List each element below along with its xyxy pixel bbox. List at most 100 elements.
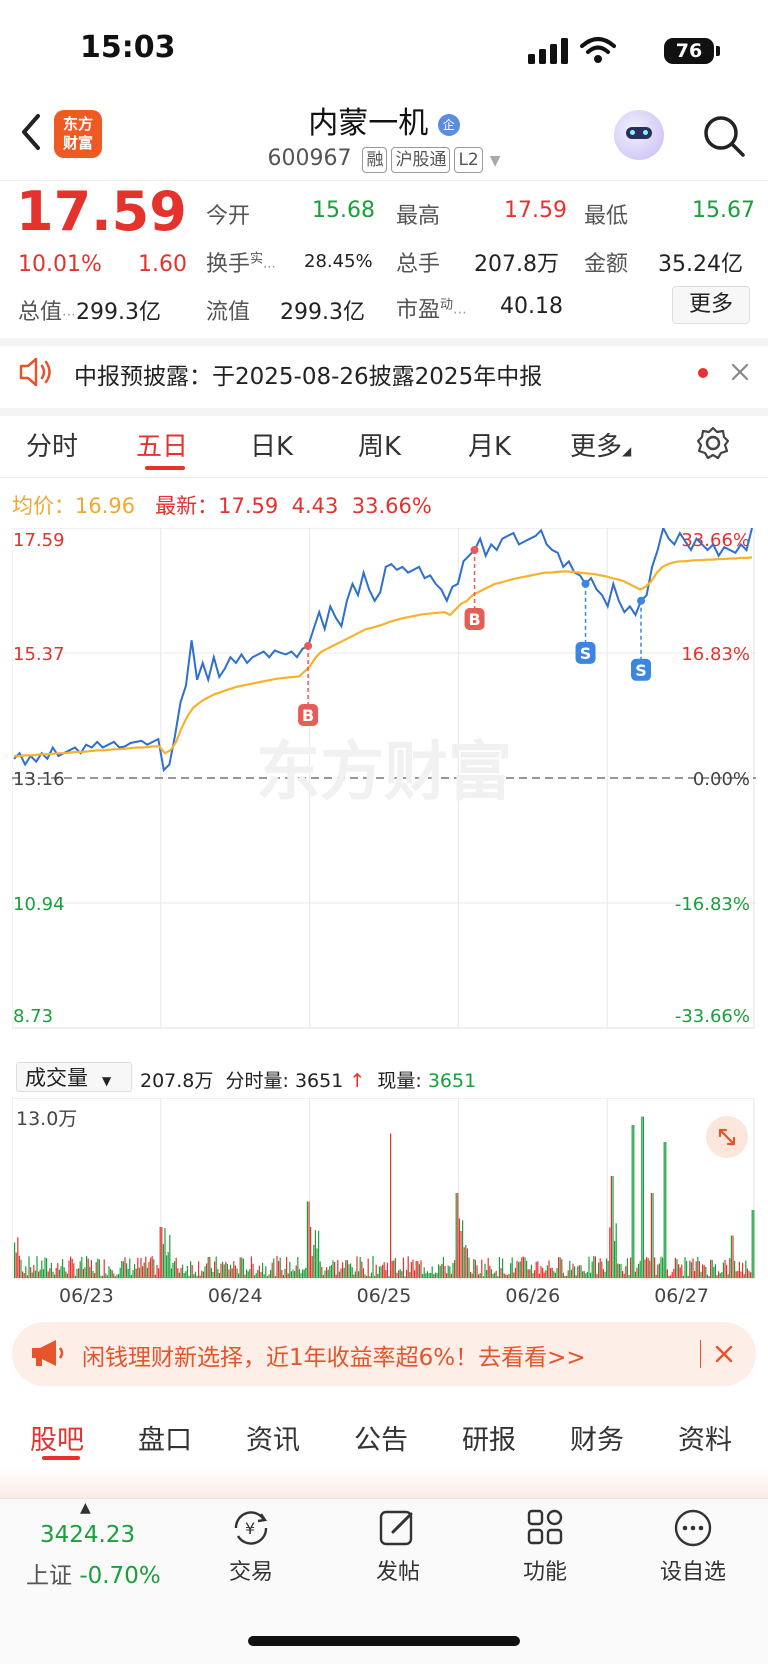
volume-bar xyxy=(511,1257,513,1278)
volume-bar xyxy=(630,1257,632,1278)
volume-bar xyxy=(345,1260,347,1278)
volume-bar xyxy=(358,1271,360,1278)
y-tick-right: -16.83% xyxy=(675,894,750,915)
volume-bar xyxy=(423,1267,425,1278)
stock-code: 600967 xyxy=(267,146,352,171)
volume-bar xyxy=(146,1267,148,1278)
volume-bar xyxy=(310,1227,312,1278)
volume-bar xyxy=(247,1271,249,1278)
volume-bar xyxy=(102,1275,104,1278)
tab-guba[interactable]: 股吧 xyxy=(30,1418,84,1457)
volume-bar xyxy=(17,1237,19,1278)
volume-bar xyxy=(444,1266,446,1278)
volume-bar xyxy=(612,1176,614,1278)
more-quote-button[interactable]: 更多 xyxy=(672,286,750,324)
volume-bar xyxy=(166,1255,168,1278)
settings-gear-icon[interactable] xyxy=(696,426,730,460)
tab-more[interactable]: 更多◢ xyxy=(570,426,631,463)
volume-bar xyxy=(239,1257,241,1278)
open-label: 今开 xyxy=(206,204,251,229)
index-value[interactable]: 3424.23 xyxy=(40,1522,135,1548)
info-icon[interactable]: ⋯ xyxy=(453,305,467,321)
wifi-icon xyxy=(580,37,616,63)
volume-bar xyxy=(719,1273,721,1278)
volume-bar xyxy=(119,1267,121,1278)
volume-bar xyxy=(143,1262,145,1278)
volume-bar xyxy=(154,1274,156,1278)
volume-bar xyxy=(650,1193,652,1278)
volume-bar xyxy=(206,1263,208,1278)
tab-monthly-k[interactable]: 月K xyxy=(468,426,511,463)
search-icon[interactable] xyxy=(702,114,746,158)
tab-research[interactable]: 研报 xyxy=(462,1418,516,1457)
volume-bar xyxy=(386,1262,388,1278)
tab-finance[interactable]: 财务 xyxy=(570,1418,624,1457)
nav-post[interactable]: 发帖 xyxy=(343,1506,453,1586)
more-circle-icon xyxy=(674,1509,712,1547)
volume-chart[interactable]: 06/23 06/24 06/25 06/26 06/27 xyxy=(12,1098,756,1318)
volume-bar xyxy=(303,1269,305,1278)
promo-text[interactable]: 闲钱理财新选择，近1年收益率超6%！去看看>> xyxy=(82,1338,586,1372)
volume-bar xyxy=(428,1272,430,1278)
robot-assistant-icon[interactable] xyxy=(614,110,664,160)
tab-five-day[interactable]: 五日 xyxy=(136,426,188,463)
volume-bar xyxy=(414,1270,416,1278)
volume-bar xyxy=(316,1248,318,1278)
volume-bar xyxy=(188,1275,190,1278)
volume-bar xyxy=(415,1260,417,1278)
info-icon[interactable]: ⋯ xyxy=(263,260,276,275)
info-icon[interactable]: ⋯ xyxy=(62,307,76,323)
tab-news[interactable]: 资讯 xyxy=(246,1418,300,1457)
volume-bar xyxy=(516,1260,518,1278)
index-change: -0.70% xyxy=(79,1563,161,1589)
volume-bar xyxy=(274,1276,276,1278)
volume-bar xyxy=(204,1266,206,1278)
tab-intraday[interactable]: 分时 xyxy=(26,426,78,463)
tab-announcements[interactable]: 公告 xyxy=(354,1418,408,1457)
nav-functions[interactable]: 功能 xyxy=(490,1506,600,1586)
five-day-price-chart[interactable]: 东方财富17.5915.3713.1610.948.7333.66%16.83%… xyxy=(12,528,756,1058)
volume-bar xyxy=(524,1257,526,1278)
nav-trade[interactable]: ¥ 交易 xyxy=(196,1506,306,1586)
volume-bar xyxy=(434,1272,436,1278)
tag-connect: 沪股通 xyxy=(391,147,451,173)
volume-bar xyxy=(476,1265,478,1278)
indicator-dropdown[interactable]: 成交量 ▼ xyxy=(16,1062,132,1092)
volume-bar xyxy=(718,1271,720,1278)
trade-marker-label: S xyxy=(580,644,592,663)
tab-daily-k[interactable]: 日K xyxy=(250,426,293,463)
volume-bar xyxy=(180,1267,182,1278)
volume-bar xyxy=(463,1247,465,1278)
volume-bar xyxy=(676,1259,678,1278)
expand-chart-button[interactable] xyxy=(706,1116,748,1158)
pe-label: 市盈动⋯ xyxy=(396,297,468,323)
announcement-text[interactable]: 中报预披露：于2025-08-26披露2025年中报 xyxy=(74,357,542,391)
volume-bar xyxy=(55,1267,57,1278)
index-row[interactable]: 上证 -0.70% xyxy=(26,1556,161,1590)
volume-bar xyxy=(164,1228,166,1278)
volume-bar xyxy=(481,1259,483,1278)
volume-bar xyxy=(226,1263,228,1278)
banner-close-icon[interactable] xyxy=(714,1344,734,1364)
volume-bar xyxy=(422,1273,424,1278)
x-axis-label: 06/24 xyxy=(208,1285,263,1307)
volume-bar xyxy=(383,1262,385,1278)
tab-profile[interactable]: 资料 xyxy=(678,1418,732,1457)
volume-bar xyxy=(90,1260,92,1278)
index-expand-arrow-icon[interactable]: ▲ xyxy=(80,1500,91,1516)
volume-bar xyxy=(482,1276,484,1278)
nav-add-watchlist[interactable]: 设自选 xyxy=(638,1506,748,1586)
volume-bar xyxy=(148,1261,150,1278)
volume-bar xyxy=(185,1271,187,1278)
volume-bar xyxy=(257,1269,259,1278)
volume-bar xyxy=(60,1266,62,1278)
volume-bar xyxy=(319,1261,321,1278)
tab-weekly-k[interactable]: 周K xyxy=(358,426,401,463)
volume-bar xyxy=(244,1274,246,1278)
volume-bar xyxy=(401,1271,403,1278)
high-value: 17.59 xyxy=(504,198,567,223)
tab-order-book[interactable]: 盘口 xyxy=(138,1418,192,1457)
volume-bar xyxy=(378,1266,380,1278)
close-icon[interactable] xyxy=(730,362,750,382)
volume-bar xyxy=(202,1271,204,1278)
